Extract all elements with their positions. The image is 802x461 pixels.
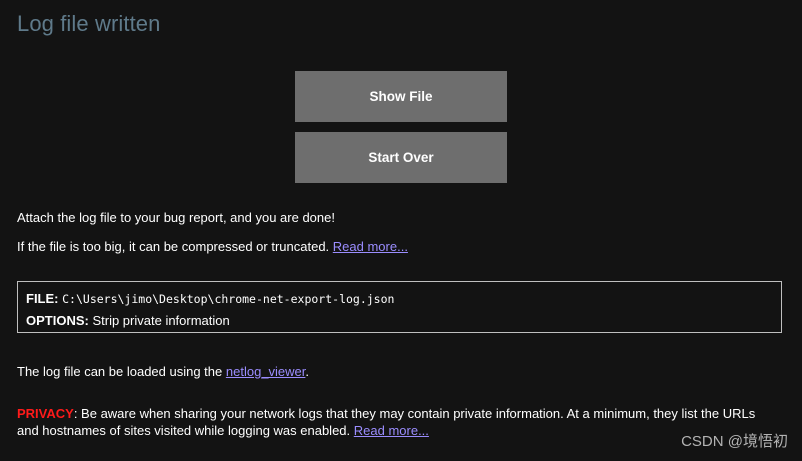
attach-instructions: Attach the log file to your bug report, … [17, 210, 335, 225]
start-over-button[interactable]: Start Over [295, 132, 507, 183]
file-path: C:\Users\jimo\Desktop\chrome-net-export-… [62, 292, 395, 306]
options-value: Strip private information [92, 313, 230, 328]
options-row: OPTIONS: Strip private information [26, 313, 230, 328]
file-too-big-note: If the file is too big, it can be compre… [17, 239, 408, 254]
file-info-box: FILE: C:\Users\jimo\Desktop\chrome-net-e… [17, 281, 782, 333]
netlog-prefix: The log file can be loaded using the [17, 364, 226, 379]
privacy-notice: PRIVACY: Be aware when sharing your netw… [17, 405, 777, 439]
page-title: Log file written [17, 11, 161, 36]
privacy-label: PRIVACY [17, 406, 74, 421]
file-row: FILE: C:\Users\jimo\Desktop\chrome-net-e… [26, 291, 394, 306]
show-file-button[interactable]: Show File [295, 71, 507, 122]
file-label: FILE: [26, 291, 59, 306]
netlog-viewer-note: The log file can be loaded using the net… [17, 364, 309, 379]
netlog-suffix: . [305, 364, 309, 379]
netlog-viewer-link[interactable]: netlog_viewer [226, 364, 306, 379]
file-too-big-text: If the file is too big, it can be compre… [17, 239, 333, 254]
read-more-link-privacy[interactable]: Read more... [354, 423, 429, 438]
watermark: CSDN @境悟初 [681, 433, 788, 450]
read-more-link-compress[interactable]: Read more... [333, 239, 408, 254]
options-label: OPTIONS: [26, 313, 89, 328]
